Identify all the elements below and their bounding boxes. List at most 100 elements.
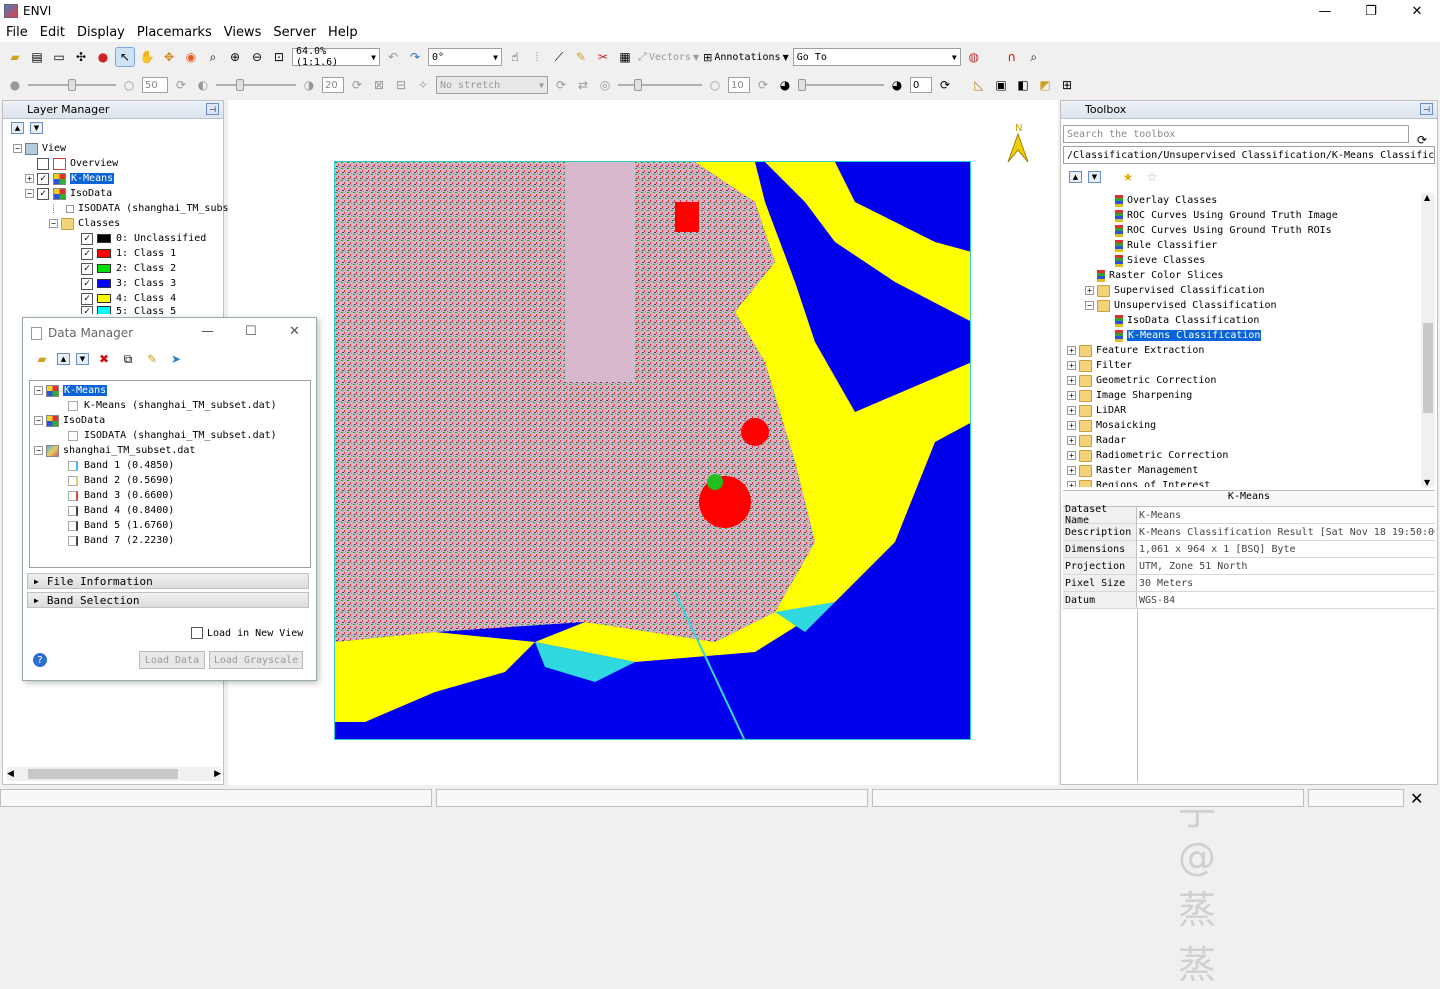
menu-file[interactable]: File bbox=[0, 25, 34, 40]
toolbox-path-field[interactable]: /Classification/Unsupervised Classificat… bbox=[1063, 146, 1435, 164]
stretch-combo[interactable]: No stretch ▼ bbox=[436, 76, 548, 94]
class-item[interactable]: ✓ 2: Class 2 bbox=[13, 261, 223, 276]
cursor-value-icon[interactable]: ⦙ bbox=[528, 48, 546, 66]
ruler-icon[interactable]: ◺ bbox=[970, 76, 988, 94]
data-manager-icon[interactable]: ▤ bbox=[28, 48, 46, 66]
menu-help[interactable]: Help bbox=[322, 25, 364, 40]
hand-tool-icon[interactable]: ☝ bbox=[506, 48, 524, 66]
favorite-star-icon[interactable]: ★ bbox=[1119, 168, 1137, 186]
chip-icon[interactable]: ✂ bbox=[594, 48, 612, 66]
scroll-down-icon[interactable]: ▼ bbox=[1424, 478, 1430, 487]
close-file-icon[interactable]: ✖ bbox=[95, 350, 113, 368]
menu-views[interactable]: Views bbox=[218, 25, 268, 40]
pan-hand-icon[interactable]: ✋ bbox=[138, 48, 156, 66]
load-grayscale-button[interactable]: Load Grayscale bbox=[209, 651, 303, 669]
contrast-value[interactable]: 20 bbox=[322, 77, 344, 93]
expand-toggle-icon[interactable]: + bbox=[1067, 451, 1076, 460]
class-item[interactable]: ✓ 0: Unclassified bbox=[13, 231, 223, 246]
expand-all-icon[interactable]: ▼ bbox=[30, 122, 43, 134]
open-icon[interactable]: ▰ bbox=[6, 48, 24, 66]
tree-isodata-child[interactable]: ISODATA (shanghai_TM_subs bbox=[13, 201, 229, 216]
band-item[interactable]: Band 5 (1.6760) bbox=[30, 518, 310, 533]
pin-icon[interactable]: ⊣ bbox=[206, 103, 219, 115]
toolbox-tool[interactable]: K-Means Classification bbox=[1063, 328, 1419, 343]
load-new-view-option[interactable]: Load in New View bbox=[191, 627, 303, 639]
search-icon[interactable]: ⌕ bbox=[1025, 48, 1043, 66]
maximize-button[interactable]: ❐ bbox=[1348, 0, 1394, 22]
zoom-combo[interactable]: 64.0% (1:1.6) ▼ bbox=[292, 46, 380, 68]
scroll-up-icon[interactable]: ▲ bbox=[1424, 193, 1430, 202]
refresh-icon[interactable]: ⟳ bbox=[754, 76, 772, 94]
globe-icon[interactable]: ◍ bbox=[965, 48, 983, 66]
menu-edit[interactable]: Edit bbox=[34, 25, 71, 40]
expand-all-icon[interactable]: ▼ bbox=[76, 353, 89, 365]
brightness-value[interactable]: 50 bbox=[142, 77, 168, 93]
sharpen-slider[interactable] bbox=[618, 76, 702, 94]
isodata-checkbox[interactable]: ✓ bbox=[37, 187, 49, 200]
tree-isodata-node[interactable]: − ✓ IsoData bbox=[13, 186, 223, 201]
pin-icon[interactable]: ✎ bbox=[143, 350, 161, 368]
view-split-icon[interactable]: ◧ bbox=[1014, 76, 1032, 94]
rotate-right-icon[interactable]: ↷ bbox=[406, 48, 424, 66]
swap-icon[interactable]: ⇄ bbox=[574, 76, 592, 94]
brightness-slider[interactable] bbox=[28, 76, 116, 94]
menu-placemarks[interactable]: Placemarks bbox=[131, 25, 218, 40]
dm-kmeans-node[interactable]: − K-Means bbox=[30, 383, 310, 398]
scroll-left-icon[interactable]: ◀ bbox=[7, 769, 14, 779]
close-all-icon[interactable]: ⧉ bbox=[119, 350, 137, 368]
expand-toggle-icon[interactable]: + bbox=[1085, 286, 1094, 295]
tree-view-node[interactable]: − View bbox=[13, 141, 223, 156]
toolbox-tool[interactable]: Raster Color Slices bbox=[1063, 268, 1419, 283]
scroll-right-icon[interactable]: ▶ bbox=[214, 769, 221, 779]
expand-toggle-icon[interactable]: − bbox=[1085, 301, 1094, 310]
overview-checkbox[interactable] bbox=[37, 157, 49, 170]
annotate-icon[interactable]: ✎ bbox=[572, 48, 590, 66]
toolbox-search-input[interactable]: Search the toolbox bbox=[1063, 125, 1409, 143]
expand-toggle-icon[interactable]: + bbox=[1067, 376, 1076, 385]
toolbox-tool[interactable]: IsoData Classification bbox=[1063, 313, 1419, 328]
dm-isodata-child[interactable]: ISODATA (shanghai_TM_subset.dat) bbox=[30, 428, 310, 443]
band-selection-section[interactable]: ▶ Band Selection bbox=[27, 592, 309, 608]
contrast-slider[interactable] bbox=[216, 76, 296, 94]
toolbox-tool[interactable]: Overlay Classes bbox=[1063, 193, 1419, 208]
property-value[interactable]: 1,061 x 964 x 1 [BSQ] Byte bbox=[1137, 541, 1435, 557]
toolbox-tool[interactable]: Rule Classifier bbox=[1063, 238, 1419, 253]
expand-toggle-icon[interactable]: + bbox=[1067, 406, 1076, 415]
annotations-button[interactable]: ⊞ Annotations ▼ bbox=[703, 51, 789, 64]
toolbox-folder[interactable]: + Radiometric Correction bbox=[1063, 448, 1419, 463]
property-value[interactable]: UTM, Zone 51 North bbox=[1137, 558, 1435, 574]
magnet-icon[interactable]: ∩ bbox=[1003, 48, 1021, 66]
histogram-icon[interactable]: ⊠ bbox=[370, 76, 388, 94]
dm-raster-node[interactable]: − shanghai_TM_subset.dat bbox=[30, 443, 310, 458]
toolbox-folder[interactable]: + Mosaicking bbox=[1063, 418, 1419, 433]
stretch-icon[interactable]: ⊟ bbox=[392, 76, 410, 94]
minimize-icon[interactable]: — bbox=[201, 324, 214, 339]
property-value[interactable]: 30 Meters bbox=[1137, 575, 1435, 591]
help-icon[interactable]: ? bbox=[33, 653, 47, 667]
zoom-in-icon[interactable]: ⊕ bbox=[226, 48, 244, 66]
view-grid-icon[interactable]: ⊞ bbox=[1058, 76, 1076, 94]
goto-combo[interactable]: Go To ▼ bbox=[792, 48, 961, 66]
pin-icon[interactable]: ⊣ bbox=[1420, 103, 1433, 115]
film-icon[interactable]: ▦ bbox=[616, 48, 634, 66]
placemark-icon[interactable]: ● bbox=[94, 48, 112, 66]
expand-toggle-icon[interactable]: + bbox=[1067, 346, 1076, 355]
fly-icon[interactable]: ✥ bbox=[160, 48, 178, 66]
collapse-all-icon[interactable]: ▲ bbox=[57, 353, 70, 365]
refresh-icon[interactable]: ⟳ bbox=[552, 76, 570, 94]
tree-classes-node[interactable]: − Classes bbox=[13, 216, 223, 231]
scroll-thumb[interactable] bbox=[1423, 323, 1433, 413]
class-checkbox[interactable]: ✓ bbox=[81, 247, 93, 260]
file-information-section[interactable]: ▶ File Information bbox=[27, 573, 309, 589]
expand-toggle-icon[interactable]: + bbox=[1067, 481, 1076, 487]
band-item[interactable]: Band 3 (0.6600) bbox=[30, 488, 310, 503]
kmeans-checkbox[interactable]: ✓ bbox=[37, 172, 49, 185]
expand-toggle-icon[interactable]: + bbox=[1067, 466, 1076, 475]
toolbox-folder[interactable]: + Feature Extraction bbox=[1063, 343, 1419, 358]
toolbox-folder[interactable]: + LiDAR bbox=[1063, 403, 1419, 418]
open-file-icon[interactable]: ▰ bbox=[33, 350, 51, 368]
image-view[interactable]: N 乎 @蒸蒸 bbox=[228, 100, 1216, 987]
expand-all-icon[interactable]: ▼ bbox=[1088, 171, 1101, 183]
transparency-value[interactable]: 0 bbox=[910, 77, 932, 93]
display-icon[interactable]: ▭ bbox=[50, 48, 68, 66]
